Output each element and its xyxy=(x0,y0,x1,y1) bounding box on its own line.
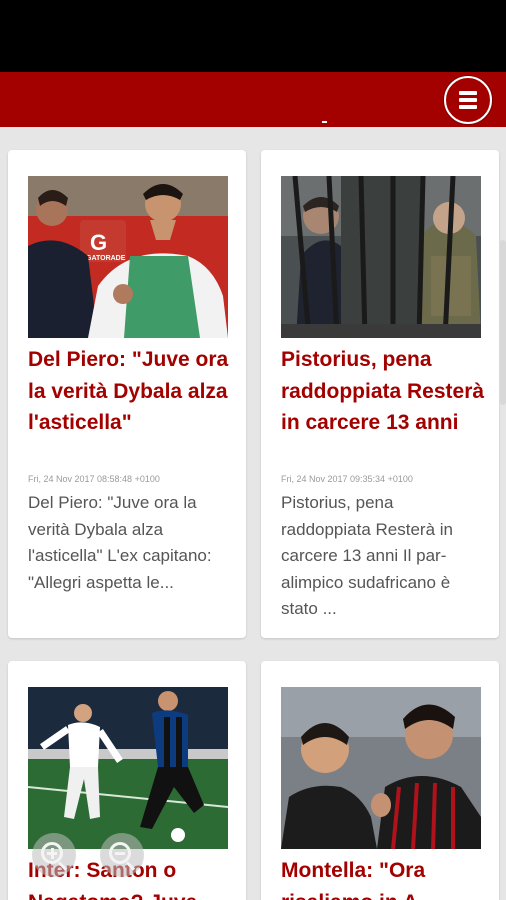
article-excerpt: Pistorius, pena raddoppiata Resterà in c… xyxy=(281,493,454,618)
article-date: Fri, 24 Nov 2017 09:35:34 +0100 xyxy=(281,474,413,484)
zoom-in-button[interactable] xyxy=(32,833,76,877)
article-image xyxy=(281,687,481,849)
news-card[interactable]: Pistorius, pena raddoppiata Resterà in c… xyxy=(261,150,499,638)
svg-text:G: G xyxy=(90,230,107,255)
zoom-out-button[interactable] xyxy=(100,833,144,877)
status-bar xyxy=(0,0,506,72)
article-image: G GATORADE xyxy=(28,176,228,338)
article-image xyxy=(28,687,228,849)
article-title[interactable]: Pistorius, pena raddoppiata Resterà in c… xyxy=(281,344,486,439)
news-card[interactable]: G GATORADE Del Piero: "Juve ora la verit… xyxy=(8,150,246,638)
article-excerpt: Del Piero: "Juve ora la verità Dybala al… xyxy=(28,493,212,592)
tab-indicator xyxy=(322,121,327,123)
menu-button[interactable] xyxy=(444,76,492,124)
app-bar xyxy=(0,72,506,127)
article-title[interactable]: Montella: "Ora risaliamo in A xyxy=(281,855,486,900)
article-date: Fri, 24 Nov 2017 08:58:48 +0100 xyxy=(28,474,160,484)
svg-text:GATORADE: GATORADE xyxy=(86,255,126,262)
hamburger-icon xyxy=(459,91,477,95)
news-card[interactable]: Montella: "Ora risaliamo in A xyxy=(261,661,499,900)
scrollbar[interactable] xyxy=(500,240,506,405)
article-title[interactable]: Del Piero: "Juve ora la verità Dybala al… xyxy=(28,344,233,439)
article-image xyxy=(281,176,481,338)
